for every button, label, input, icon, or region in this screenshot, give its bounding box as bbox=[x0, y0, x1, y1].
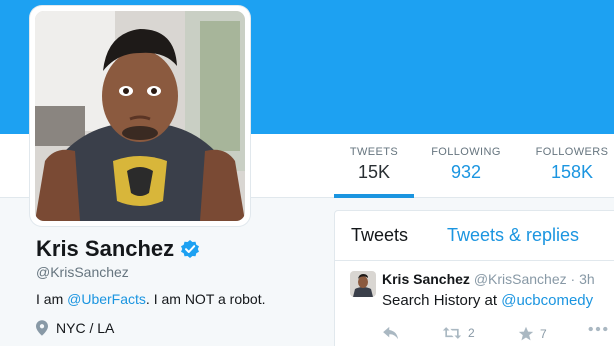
like-action[interactable]: 7 bbox=[518, 326, 547, 342]
profile-name[interactable]: Kris Sanchez bbox=[36, 236, 174, 262]
stat-following[interactable]: FOLLOWING 932 bbox=[420, 146, 512, 183]
profile-bio: I am @UberFacts. I am NOT a robot. bbox=[36, 291, 265, 307]
tweet-header: Kris Sanchez @KrisSanchez · 3h bbox=[382, 271, 595, 287]
profile-avatar-frame[interactable] bbox=[30, 6, 250, 226]
stat-following-value: 932 bbox=[450, 162, 482, 182]
stat-followers[interactable]: FOLLOWERS 158K bbox=[522, 146, 614, 183]
stat-tweets-label: TWEETS bbox=[349, 146, 399, 158]
tweet-text: Search History at @ucbcomedy bbox=[382, 292, 593, 309]
location-text: NYC / LA bbox=[56, 320, 115, 336]
tweet-actions: 2 7 bbox=[382, 326, 614, 346]
tab-tweets[interactable]: Tweets bbox=[351, 225, 408, 246]
bio-text-start: I am bbox=[36, 291, 68, 307]
more-action[interactable] bbox=[588, 326, 614, 332]
profile-name-row: Kris Sanchez bbox=[36, 236, 200, 262]
tweet-text-start: Search History at bbox=[382, 292, 502, 309]
like-count: 7 bbox=[540, 327, 547, 341]
reply-action[interactable] bbox=[382, 326, 406, 340]
more-dots-icon bbox=[588, 326, 608, 332]
profile-location: NYC / LA bbox=[36, 320, 114, 336]
stat-tweets-value: 15K bbox=[357, 162, 391, 182]
stat-followers-label: FOLLOWERS bbox=[535, 146, 609, 158]
verified-badge-icon bbox=[181, 240, 200, 258]
bio-mention-link[interactable]: @UberFacts bbox=[67, 291, 146, 307]
profile-page: TWEETS 15K FOLLOWING 932 FOLLOWERS 158K bbox=[0, 0, 614, 346]
reply-icon bbox=[383, 326, 398, 340]
retweet-count: 2 bbox=[468, 326, 475, 340]
bio-text-end: . I am NOT a robot. bbox=[145, 291, 266, 307]
star-icon bbox=[518, 326, 534, 341]
stat-followers-value: 158K bbox=[550, 162, 594, 182]
profile-avatar bbox=[35, 11, 245, 221]
location-pin-icon bbox=[36, 320, 48, 336]
retweet-icon bbox=[442, 327, 462, 339]
profile-handle[interactable]: @KrisSanchez bbox=[36, 264, 129, 280]
stat-following-label: FOLLOWING bbox=[431, 146, 501, 158]
active-tab-indicator bbox=[334, 194, 414, 198]
tweet-mention-link[interactable]: @ucbcomedy bbox=[501, 292, 593, 309]
tweet-author-handle-time[interactable]: @KrisSanchez · 3h bbox=[474, 271, 595, 287]
tweet-avatar[interactable] bbox=[350, 271, 376, 297]
tweet-author-name[interactable]: Kris Sanchez bbox=[382, 271, 470, 287]
retweet-action[interactable]: 2 bbox=[442, 326, 475, 340]
timeline-tabs: Tweets Tweets & replies bbox=[335, 211, 614, 261]
tab-tweets-and-replies[interactable]: Tweets & replies bbox=[447, 225, 579, 246]
stat-tweets[interactable]: TWEETS 15K bbox=[334, 146, 414, 183]
